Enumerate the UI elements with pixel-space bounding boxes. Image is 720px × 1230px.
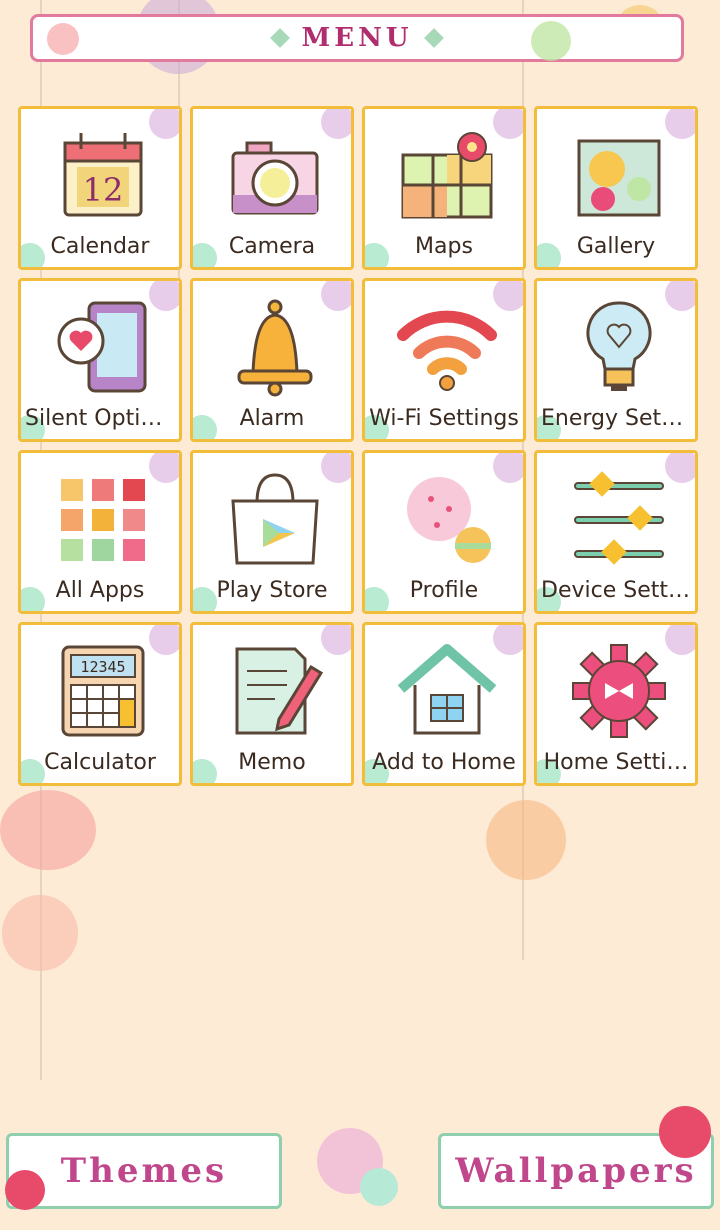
menu-title: MENU [301,23,413,53]
tile-home-settings[interactable]: Home Setti… [534,622,698,786]
flower-icon [659,1106,711,1158]
profile-ball-icon [407,477,491,563]
calculator-display: 12345 [80,658,125,676]
corner-decoration [665,453,695,483]
memo-icon [235,647,324,735]
tile-camera[interactable]: Camera [190,106,354,270]
tile-calendar[interactable]: 12 Calendar [18,106,182,270]
tile-alarm[interactable]: Alarm [190,278,354,442]
shopping-bag-icon [231,473,319,565]
corner-decoration [149,281,179,311]
app-grid-icon [61,479,145,561]
corner-decoration [321,281,351,311]
corner-decoration [149,453,179,483]
flower-icon [47,23,79,55]
corner-decoration [321,625,351,655]
tile-add-to-home[interactable]: Add to Home [362,622,526,786]
corner-decoration [493,453,523,483]
tile-maps[interactable]: Maps [362,106,526,270]
themes-button[interactable]: Themes [5,1133,282,1210]
wifi-icon [397,310,497,391]
wallpapers-button[interactable]: Wallpapers [438,1106,714,1209]
diamond-icon [270,28,291,48]
tile-label: Gallery [576,234,656,259]
tile-label: Camera [228,234,316,259]
corner-decoration [493,281,523,311]
calculator-icon: 12345 [61,645,145,737]
tile-label: Wi-Fi Settings [369,406,519,431]
tile-label: Memo [238,750,306,775]
tile-label: Silent Options [25,406,179,431]
tile-profile[interactable]: Profile [362,450,526,614]
decorative-flower [2,895,78,971]
corner-decoration [321,453,351,483]
tile-all-apps[interactable]: All Apps [18,450,182,614]
tile-label: Alarm [239,406,305,431]
gear-icon [572,644,666,738]
tile-label: Add to Home [372,750,516,775]
bell-icon [237,299,313,397]
tile-device-settings[interactable]: Device Setti… [534,450,698,614]
tile-wifi-settings[interactable]: Wi-Fi Settings [362,278,526,442]
corner-decoration [321,109,351,139]
tile-energy-settings[interactable]: Energy Setti… [534,278,698,442]
house-icon [397,644,497,735]
phone-heart-icon [57,301,147,393]
tile-label: Maps [415,234,473,259]
tile-silent-options[interactable]: Silent Options [18,278,182,442]
themes-label: Themes [60,1151,228,1191]
decorative-ball [360,1168,398,1206]
map-icon [401,132,493,219]
tile-label: All Apps [55,578,145,603]
lightbulb-icon [586,301,652,391]
tile-label: Profile [409,578,479,603]
corner-decoration [665,281,695,311]
tile-label: Device Setti… [541,578,695,603]
corner-decoration [493,109,523,139]
corner-decoration [149,625,179,655]
calendar-icon: 12 [63,133,143,217]
corner-decoration [665,625,695,655]
app-grid: 12 Calendar Camera Maps Gallery Silent O… [18,106,702,786]
camera-icon [231,141,319,215]
calendar-date: 12 [83,171,124,209]
flower-icon [5,1170,45,1210]
tile-label: Calendar [50,234,150,259]
corner-decoration [149,109,179,139]
sliders-icon [574,471,664,565]
tile-calculator[interactable]: 12345 Calculator [18,622,182,786]
tile-label: Play Store [216,578,328,603]
gallery-icon [577,139,661,217]
decorative-flower [0,790,96,870]
tile-label: Energy Setti… [541,406,695,431]
tile-gallery[interactable]: Gallery [534,106,698,270]
tile-label: Home Setti… [543,750,689,775]
menu-header: MENU [30,14,684,62]
corner-decoration [665,109,695,139]
decorative-ball [486,800,566,880]
tile-label: Calculator [44,750,156,775]
tile-memo[interactable]: Memo [190,622,354,786]
diamond-icon [423,28,444,48]
wallpapers-label: Wallpapers [455,1151,697,1191]
ball-icon [531,21,571,61]
corner-decoration [493,625,523,655]
tile-play-store[interactable]: Play Store [190,450,354,614]
